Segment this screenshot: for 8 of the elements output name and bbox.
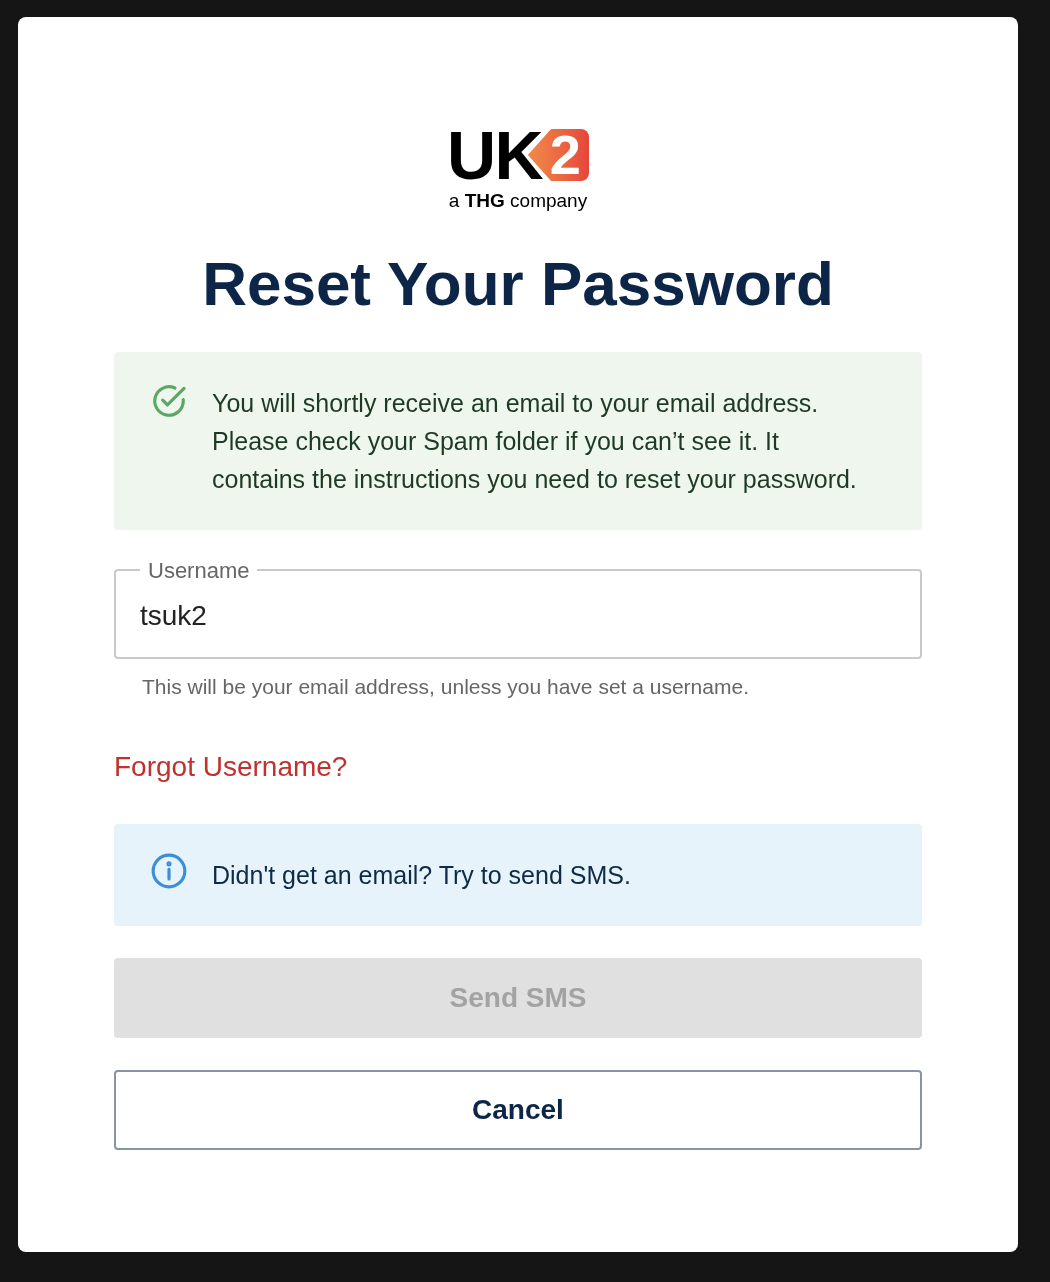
cancel-button[interactable]: Cancel — [114, 1070, 922, 1150]
logo-tagline: a THG company — [448, 189, 588, 213]
alert-message: Didn't get an email? Try to send SMS. — [212, 860, 631, 891]
page-title: Reset Your Password — [202, 247, 834, 320]
info-icon — [150, 852, 188, 890]
alert-message: You will shortly receive an email to your email address. Please check your Spam folder if you can’t see it. It contains the instructions you need to reset your password. — [212, 387, 858, 495]
helper-text: This will be your email address, unless you have set a username. — [142, 673, 750, 700]
forgot-username-link[interactable]: Forgot Username? — [114, 746, 348, 788]
